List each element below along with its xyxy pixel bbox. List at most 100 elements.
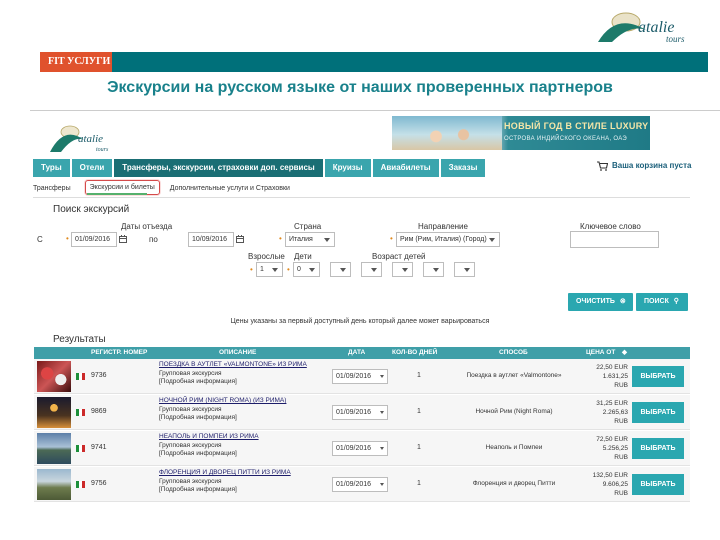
nav-orders[interactable]: Заказы (440, 159, 486, 177)
select-button[interactable]: ВЫБРАТЬ (632, 402, 684, 423)
calendar-icon[interactable] (119, 235, 127, 243)
results-title: Результаты (53, 334, 106, 345)
header-reg: РЕГИСТР. НОМЕР (91, 349, 148, 356)
excursion-title-link[interactable]: ПОЕЗДКА В АУТЛЕТ «VALMONTONE» ИЗ РИМА (159, 361, 319, 370)
children-label: Дети (294, 252, 312, 261)
price-eur: 132,50 EUR (592, 472, 628, 479)
natalie-tours-logo: atalie tours (598, 12, 685, 44)
details-link[interactable]: [Подробная информация] (159, 450, 319, 459)
subnav-transfers[interactable]: Трансферы (33, 181, 77, 195)
excursion-description: НОЧНОЙ РИМ (NIGHT ROMA) (ИЗ РИМА) Группо… (159, 397, 319, 423)
excursion-description: ФЛОРЕНЦИЯ И ДВОРЕЦ ПИТТИ ИЗ РИМА Группов… (159, 469, 319, 495)
excursion-type: Групповая экскурсия (159, 405, 222, 413)
nav-cruises[interactable]: Круизы (324, 159, 371, 177)
keyword-input[interactable] (570, 231, 659, 248)
nav-flights[interactable]: Авиабилеты (372, 159, 439, 177)
adults-select[interactable]: 1 (256, 262, 283, 277)
clear-icon: ⊗ (619, 298, 626, 305)
price-rub-unit: RUB (614, 454, 628, 461)
excursion-title-link[interactable]: НОЧНОЙ РИМ (NIGHT ROMA) (ИЗ РИМА) (159, 397, 319, 406)
nav-transfers-excursions[interactable]: Трансферы, экскурсии, страховки доп. сер… (114, 159, 323, 177)
price: 72,50 EUR 5.256,25 RUB (582, 435, 628, 462)
excursion-thumbnail[interactable] (37, 361, 71, 392)
date-select[interactable]: 01/09/2016 (332, 441, 388, 456)
excursion-type: Групповая экскурсия (159, 477, 222, 485)
adults-label: Взрослые (248, 252, 285, 261)
italy-flag-icon (76, 373, 85, 380)
excursion-title-link[interactable]: НЕАПОЛЬ И ПОМПЕИ ИЗ РИМА (159, 433, 319, 442)
details-link[interactable]: [Подробная информация] (159, 486, 319, 495)
table-row: 9756 ФЛОРЕНЦИЯ И ДВОРЕЦ ПИТТИ ИЗ РИМА Гр… (34, 467, 690, 502)
select-button[interactable]: ВЫБРАТЬ (632, 474, 684, 495)
active-subnav-underline (87, 193, 147, 195)
reg-number: 9869 (91, 408, 107, 415)
excursion-thumbnail[interactable] (37, 433, 71, 464)
country-select[interactable]: Италия (285, 232, 335, 247)
date-select[interactable]: 01/09/2016 (332, 369, 388, 384)
dates-label: Даты отъезда (121, 222, 173, 231)
child-age-select-5[interactable] (454, 262, 475, 277)
excursion-title-link[interactable]: ФЛОРЕНЦИЯ И ДВОРЕЦ ПИТТИ ИЗ РИМА (159, 469, 319, 478)
days-count: 1 (417, 372, 421, 379)
svg-text:atalie: atalie (78, 133, 103, 145)
search-button[interactable]: ПОИСК ⚲ (636, 293, 688, 311)
nav-tours[interactable]: Туры (33, 159, 70, 177)
nav-hotels[interactable]: Отели (71, 159, 113, 177)
excursion-description: НЕАПОЛЬ И ПОМПЕИ ИЗ РИМА Групповая экску… (159, 433, 319, 459)
italy-flag-icon (76, 481, 85, 488)
italy-flag-icon (76, 445, 85, 452)
price-rub: 9.606,25 (602, 481, 628, 488)
price-rub: 2.265,63 (602, 409, 628, 416)
price: 31,25 EUR 2.265,63 RUB (582, 399, 628, 426)
excursion-way: Поездка в аутлет «Valmontone» (466, 372, 562, 379)
country-label: Страна (294, 222, 322, 231)
table-row: 9741 НЕАПОЛЬ И ПОМПЕИ ИЗ РИМА Групповая … (34, 431, 690, 466)
excursion-way: Флоренция и дворец Питти (472, 480, 556, 487)
select-button[interactable]: ВЫБРАТЬ (632, 438, 684, 459)
child-age-select-1[interactable] (330, 262, 351, 277)
excursion-way: Ночной Рим (Night Roma) (475, 408, 553, 415)
clear-button-label: ОЧИСТИТЬ (576, 298, 615, 305)
site-logo[interactable]: atalie tours (44, 122, 120, 154)
required-marker: • (66, 234, 69, 243)
date-from-input[interactable]: 01/09/2016 (71, 232, 117, 247)
select-button[interactable]: ВЫБРАТЬ (632, 366, 684, 387)
details-link[interactable]: [Подробная информация] (159, 414, 319, 423)
svg-text:tours: tours (666, 34, 685, 44)
required-marker: • (390, 234, 393, 243)
required-marker: • (250, 265, 253, 274)
excursion-thumbnail[interactable] (37, 469, 71, 500)
sort-icon[interactable]: ◆ (622, 347, 627, 359)
children-select[interactable]: 0 (293, 262, 320, 277)
fit-services-label: FIT УСЛУГИ (40, 52, 112, 72)
cart-status[interactable]: Ваша корзина пуста (612, 161, 691, 170)
subnav-divider (33, 197, 690, 198)
required-marker: • (287, 265, 290, 274)
child-age-select-3[interactable] (392, 262, 413, 277)
italy-flag-icon (76, 409, 85, 416)
search-icon: ⚲ (673, 298, 679, 305)
calendar-icon[interactable] (236, 235, 244, 243)
cart-icon[interactable] (597, 161, 608, 171)
child-age-select-2[interactable] (361, 262, 382, 277)
reg-number: 9756 (91, 480, 107, 487)
details-link[interactable]: [Подробная информация] (159, 378, 319, 387)
days-count: 1 (417, 444, 421, 451)
price-eur: 31,25 EUR (596, 400, 628, 407)
svg-text:tours: tours (96, 147, 109, 153)
excursion-way: Неаполь и Помпеи (485, 444, 543, 451)
search-button-label: ПОИСК (644, 298, 669, 305)
clear-button[interactable]: ОЧИСТИТЬ ⊗ (568, 293, 633, 311)
direction-select[interactable]: Рим (Рим, Италия) (Город) (396, 232, 500, 247)
header-days: КОЛ-ВО ДНЕЙ (392, 349, 438, 356)
excursion-thumbnail[interactable] (37, 397, 71, 428)
date-to-input[interactable]: 10/09/2016 (188, 232, 234, 247)
date-select[interactable]: 01/09/2016 (332, 477, 388, 492)
main-nav: Туры Отели Трансферы, экскурсии, страхов… (33, 159, 486, 177)
excursion-type: Групповая экскурсия (159, 441, 222, 449)
subnav-extra-services[interactable]: Дополнительные услуги и Страховки (160, 181, 290, 195)
header-date: ДАТА (348, 349, 366, 356)
child-age-select-4[interactable] (423, 262, 444, 277)
date-select[interactable]: 01/09/2016 (332, 405, 388, 420)
title-divider (30, 110, 720, 111)
